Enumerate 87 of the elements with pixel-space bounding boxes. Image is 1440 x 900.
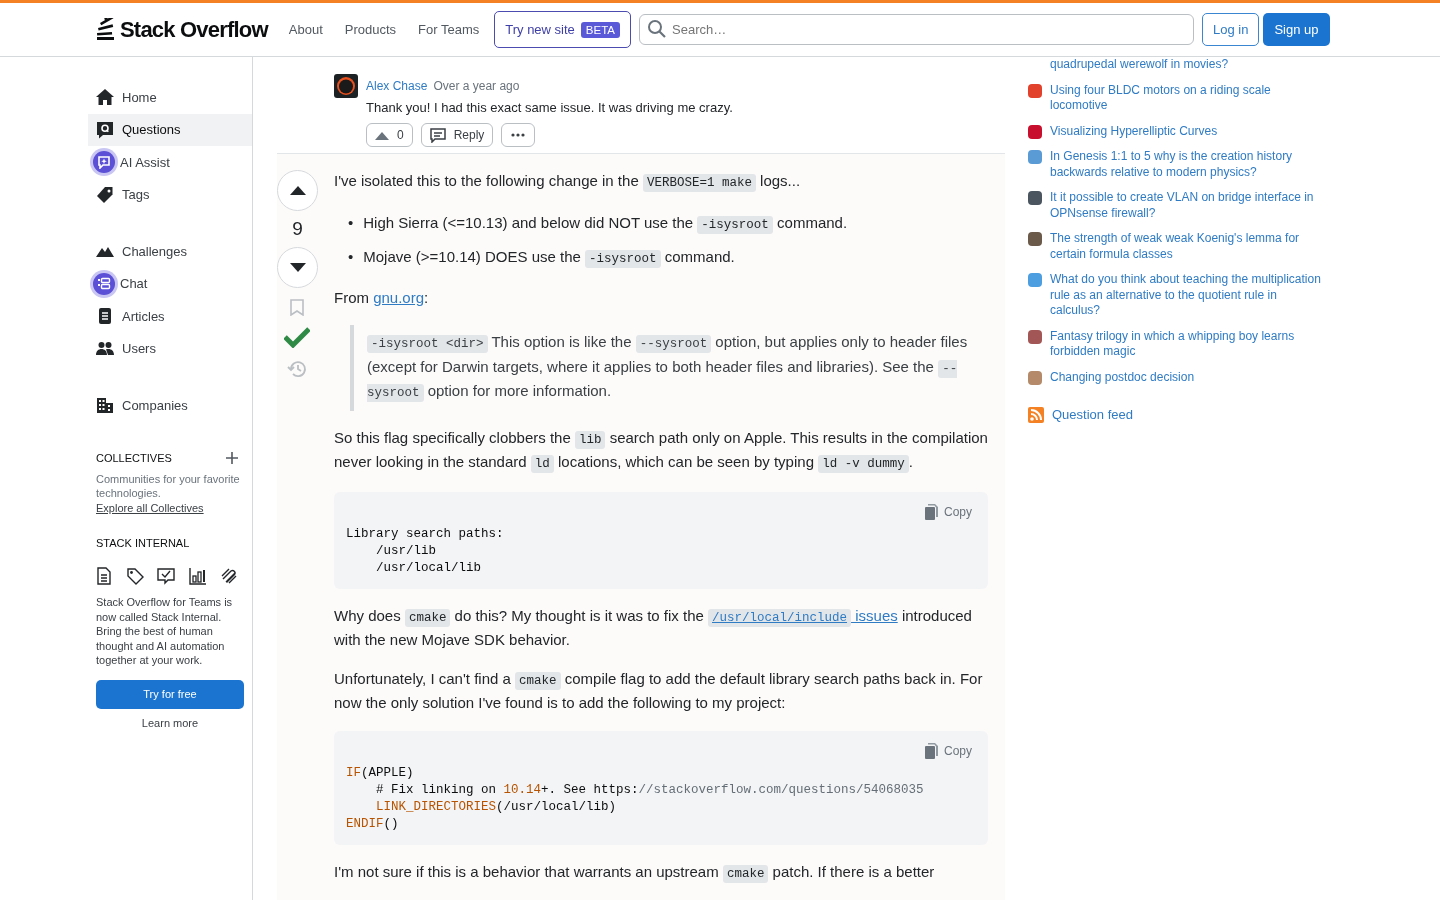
downvote-button[interactable]	[277, 247, 318, 288]
code-line: # Fix linking on 10.14+. See https://stackoverflow.com/questions/54068035	[375, 781, 925, 799]
quote-text: -isysroot <dir> This option is like the --sysroot option, but applies only to header files (except for Darwin targets, where it applies to both header files and libraries). See the --sysroot option for more information.	[350, 325, 988, 411]
question-link[interactable]: It it possible to create VLAN on bridge interface in OPNsense firewall?	[1050, 190, 1328, 221]
sidebar-item[interactable]: Tags	[88, 178, 252, 211]
question-link[interactable]: Changing postdoc decision	[1050, 369, 1195, 385]
section-title: COLLECTIVES	[96, 451, 172, 464]
copy-button[interactable]: Copy	[925, 742, 972, 759]
try-new-site-button[interactable]: Try new site BETA	[494, 11, 631, 48]
comment-text: Thank you! I had this exact same issue. It was driving me crazy.	[366, 100, 733, 115]
code-line: LINK_DIRECTORIES(/usr/local/lib)	[375, 798, 618, 816]
copy-button[interactable]: Copy	[925, 503, 972, 520]
sidebar-item[interactable]: Users	[88, 332, 252, 365]
list-icon	[93, 272, 115, 295]
answer-paragraph: Unfortunately, I can't find a cmake compile flag to add the default library search paths back in. For now the only solution I've found is to add the following to my project:	[334, 668, 984, 713]
sidebar-item[interactable]: Challenges	[88, 235, 252, 268]
comment-time: Over a year ago	[433, 79, 520, 93]
question-link[interactable]: Fantasy trilogy in which a whipping boy learns forbidden magic	[1050, 328, 1328, 360]
home-icon	[96, 88, 114, 107]
stack-internal-description: Stack Overflow for Teams is now called Stack Internal. Bring the best of human thought and AI automation together at your work.	[96, 595, 234, 668]
code-line: Library search paths:	[346, 525, 505, 543]
nav-link[interactable]: For Teams	[407, 16, 491, 43]
code-line: ENDIF()	[346, 815, 400, 833]
up-triangle-icon	[375, 130, 389, 140]
question-link[interactable]: The strength of weak weak Koenig's lemma for certain formula classes	[1050, 231, 1328, 262]
search-field[interactable]: Search…	[639, 14, 1194, 45]
list-item: Mojave (>=10.14) DOES use the -isysroot command.	[363, 246, 735, 270]
bullet: •	[348, 246, 354, 267]
comment-author-link[interactable]: Alex Chase	[366, 79, 428, 93]
tag-icon	[96, 185, 114, 204]
sidebar-item[interactable]: Chat	[88, 267, 252, 300]
section-title: STACK INTERNAL	[95, 537, 191, 549]
answer-paragraph: Why does cmake do this? My thought is it was to fix the /usr/local/include issues introduced with the new Mojave SDK behavior.	[334, 605, 973, 650]
question-link[interactable]: In Genesis 1:1 to 5 why is the creation history backwards relative to modern physics?	[1050, 149, 1328, 180]
question-bubble-icon	[96, 120, 114, 139]
question-feed-link[interactable]: Question feed	[1052, 407, 1133, 423]
sidebar-item[interactable]: Articles	[88, 300, 252, 333]
bullet: •	[348, 212, 354, 233]
building-icon	[96, 396, 114, 415]
collectives-description: Communities for your favorite technologies. Explore all Collectives	[96, 471, 241, 515]
sidebar-item[interactable]: AI Assist	[88, 146, 252, 179]
sidebar-item[interactable]: Home	[88, 81, 252, 114]
upvote-button[interactable]	[277, 170, 318, 211]
reply-button[interactable]: Reply	[420, 123, 494, 147]
answer-paragraph: From gnu.org:	[334, 287, 430, 308]
learn-more-link[interactable]: Learn more	[96, 716, 244, 729]
tag-icon	[125, 567, 144, 585]
document-icon	[96, 307, 114, 326]
explore-collectives-link[interactable]: Explore all Collectives	[96, 500, 204, 515]
code-line: /usr/lib	[375, 542, 437, 560]
copy-icon	[925, 742, 938, 759]
list-item: High Sierra (<=10.13) and below did NOT use the -isysroot command.	[363, 212, 848, 236]
rss-icon	[1028, 407, 1044, 423]
log-in-button[interactable]: Log in	[1202, 13, 1260, 46]
question-link[interactable]: What do you think about teaching the multiplication rule as an alternative to the quotient rule in calculus?	[1050, 272, 1328, 319]
sparkle-chat-icon	[93, 151, 115, 174]
beta-badge: BETA	[580, 21, 620, 38]
code-line: /usr/local/lib	[375, 559, 483, 577]
try-for-free-button[interactable]: Try for free	[96, 679, 244, 709]
logo-wordmark[interactable]: Stack Overflow	[120, 16, 268, 43]
bar-chart-icon	[188, 567, 207, 585]
answer-paragraph: I've isolated this to the following change in the VERBOSE=1 make logs...	[334, 171, 802, 194]
users-icon	[96, 339, 114, 358]
sidebar-item[interactable]: Questions	[88, 113, 252, 146]
question-link[interactable]: Using four BLDC motors on a riding scale locomotive	[1050, 82, 1328, 114]
sidebar-item[interactable]: Companies	[88, 389, 252, 422]
question-link[interactable]: quadrupedal werewolf in movies?	[1028, 57, 1328, 73]
up-triangle-icon	[289, 186, 306, 195]
checkmark-message-icon	[157, 567, 175, 585]
comment-icon	[429, 127, 446, 143]
upvote-button[interactable]: 0	[366, 123, 413, 147]
vote-count: 9	[291, 217, 304, 241]
search-icon	[647, 19, 667, 39]
answer-paragraph: So this flag specifically clobbers the lib search path only on Apple. This results in the compilation never looking in the standard ld locations, which can be seen by typing ld -v dummy .	[334, 427, 988, 475]
nav-link[interactable]: About	[277, 16, 334, 43]
plus-icon[interactable]	[226, 451, 238, 464]
nav-link[interactable]: Products	[333, 16, 408, 43]
document-icon	[96, 567, 112, 585]
ellipsis-icon	[511, 133, 526, 137]
text-link[interactable]: gnu.org	[373, 288, 425, 306]
paperclip-icon	[220, 567, 238, 585]
code-line: IF(APPLE)	[346, 764, 415, 782]
answer-paragraph: I'm not sure if this is a behavior that warrants an upstream cmake patch. If there is a better	[334, 861, 936, 885]
question-link[interactable]: Visualizing Hyperelliptic Curves	[1050, 123, 1218, 139]
copy-icon	[925, 503, 938, 520]
down-triangle-icon	[289, 263, 306, 272]
sign-up-button[interactable]: Sign up	[1263, 13, 1330, 46]
